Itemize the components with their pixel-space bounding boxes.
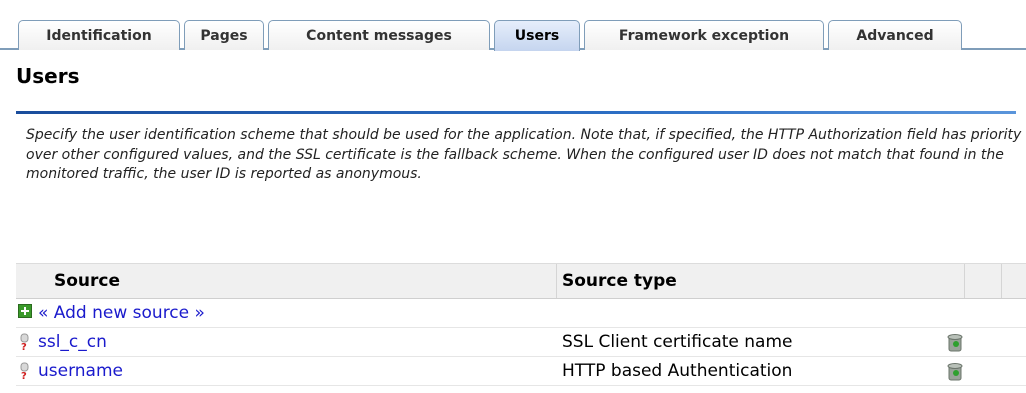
trash-icon[interactable] <box>946 361 964 381</box>
tab-users[interactable]: Users <box>494 20 580 51</box>
column-header-source[interactable]: Source <box>54 264 120 298</box>
page-description: Specify the user identification scheme t… <box>26 127 1022 182</box>
tab-content-messages[interactable]: Content messages <box>268 20 490 50</box>
tab-advanced[interactable]: Advanced <box>828 20 962 50</box>
sources-table: Source Source type « Add new source » ? … <box>16 263 1026 386</box>
add-new-source-link[interactable]: « Add new source » <box>38 299 205 327</box>
table-row: ? ssl_c_cn SSL Client certificate name <box>16 328 1026 357</box>
svg-text:?: ? <box>21 371 27 380</box>
source-link[interactable]: ssl_c_cn <box>38 328 107 356</box>
add-icon[interactable] <box>18 304 32 318</box>
column-divider <box>556 264 557 298</box>
table-header: Source Source type <box>16 263 1026 299</box>
add-source-row: « Add new source » <box>16 299 1026 328</box>
tab-identification[interactable]: Identification <box>18 20 180 50</box>
svg-text:?: ? <box>21 342 27 351</box>
unknown-user-icon: ? <box>20 333 29 351</box>
title-divider <box>16 111 1016 114</box>
column-header-source-type[interactable]: Source type <box>562 264 677 298</box>
source-link[interactable]: username <box>38 357 123 385</box>
column-divider <box>1001 264 1002 298</box>
trash-icon[interactable] <box>946 332 964 352</box>
source-type: SSL Client certificate name <box>562 332 793 352</box>
tab-pages[interactable]: Pages <box>184 20 264 50</box>
source-type: HTTP based Authentication <box>562 361 793 381</box>
column-divider <box>964 264 965 298</box>
table-row: ? username HTTP based Authentication <box>16 357 1026 386</box>
tab-bar: Identification Pages Content messages Us… <box>0 0 1026 51</box>
tab-framework-exception[interactable]: Framework exception <box>584 20 824 50</box>
unknown-user-icon: ? <box>20 362 29 380</box>
page-title: Users <box>16 64 80 88</box>
